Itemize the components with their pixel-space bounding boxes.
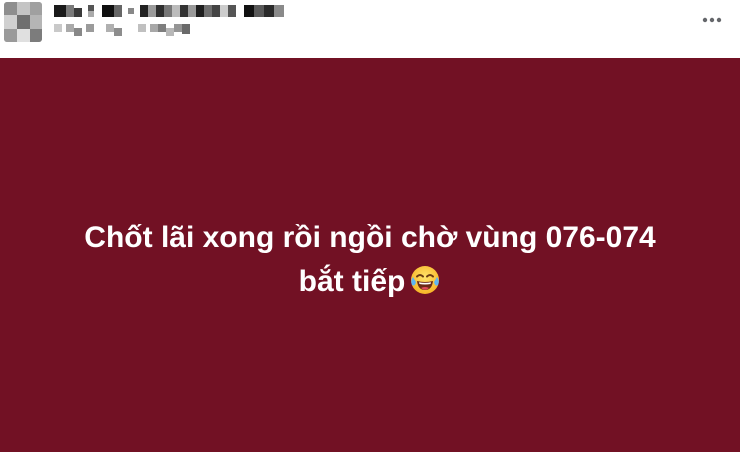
post-text-line-1: Chốt lãi xong rồi ngồi chờ vùng 076-074: [84, 220, 656, 254]
more-options-button[interactable]: [698, 10, 726, 30]
author-name-redacted[interactable]: [54, 5, 294, 19]
face-with-tears-of-joy-icon: [409, 264, 441, 309]
post-meta-redacted: [54, 22, 204, 36]
more-options-icon: [702, 17, 722, 23]
post-text: Chốt lãi xong rồi ngồi chờ vùng 076-074 …: [50, 216, 690, 309]
post-text-line-2: bắt tiếp: [50, 260, 690, 309]
post-colored-background: Chốt lãi xong rồi ngồi chờ vùng 076-074 …: [0, 58, 740, 452]
facebook-post: Chốt lãi xong rồi ngồi chờ vùng 076-074 …: [0, 0, 740, 452]
avatar[interactable]: [4, 2, 42, 42]
post-header: [0, 0, 740, 58]
post-text-line-2-text: bắt tiếp: [298, 264, 406, 298]
